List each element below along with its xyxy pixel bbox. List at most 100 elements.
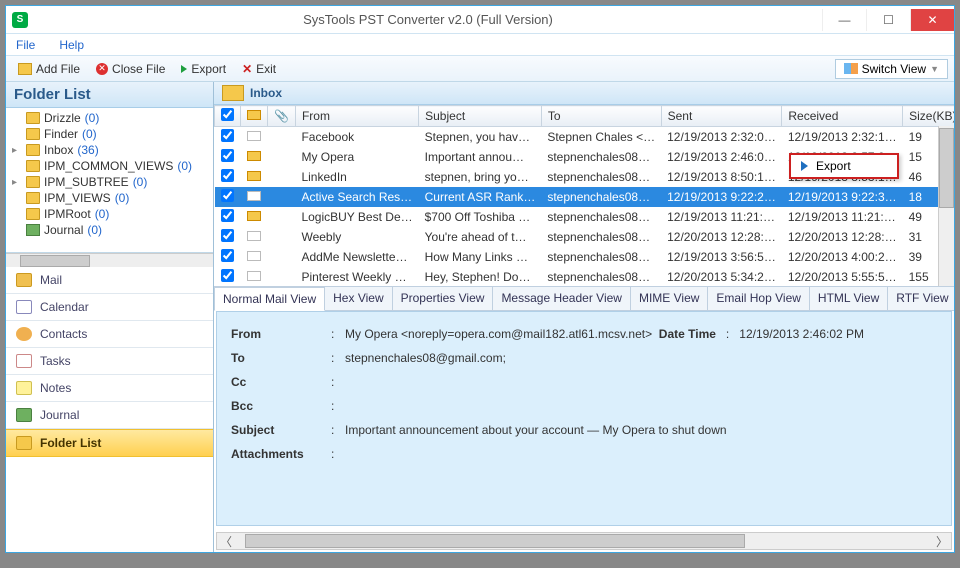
cell-subject: stepnen, bring yo… — [419, 167, 542, 187]
tab-rtf[interactable]: RTF View — [888, 287, 954, 310]
x-icon: ✕ — [96, 63, 108, 75]
folder-icon — [26, 208, 40, 220]
cell-subject: How Many Links … — [419, 247, 542, 267]
col-from[interactable]: From — [295, 106, 418, 127]
row-check[interactable] — [221, 129, 234, 142]
col-icon-hdr[interactable] — [241, 106, 268, 127]
nav-calendar[interactable]: Calendar — [6, 294, 213, 321]
col-sent[interactable]: Sent — [661, 106, 782, 127]
folder-icon — [26, 176, 40, 188]
switch-view-button[interactable]: Switch View ▼ — [835, 59, 948, 79]
table-row[interactable]: LogicBUY Best De…$700 Off Toshiba …stepn… — [215, 207, 955, 227]
tree-node[interactable]: Drizzle (0) — [10, 110, 213, 126]
tab-mime[interactable]: MIME View — [631, 287, 708, 310]
add-file-button[interactable]: Add File — [12, 60, 86, 78]
menu-file[interactable]: File — [16, 38, 35, 52]
nav-contacts[interactable]: Contacts — [6, 321, 213, 348]
row-check[interactable] — [221, 169, 234, 182]
tree-count: (0) — [82, 127, 97, 141]
row-check[interactable] — [221, 189, 234, 202]
inbox-header: Inbox — [214, 82, 954, 105]
nav-mail[interactable]: Mail — [6, 267, 213, 294]
tree-count: (0) — [177, 159, 192, 173]
row-check[interactable] — [221, 269, 234, 282]
tree-count: (0) — [115, 191, 130, 205]
close-file-button[interactable]: ✕Close File — [90, 60, 171, 78]
cell-to: stepnenchales08… — [541, 167, 661, 187]
folder-tree[interactable]: Drizzle (0)Finder (0)▸Inbox (36)IPM_COMM… — [6, 108, 213, 253]
toolbar: Add File ✕Close File Export ✕Exit Switch… — [6, 56, 954, 82]
row-check[interactable] — [221, 229, 234, 242]
tree-node[interactable]: Finder (0) — [10, 126, 213, 142]
col-subject[interactable]: Subject — [419, 106, 542, 127]
tree-node[interactable]: ▸Inbox (36) — [10, 142, 213, 158]
datetime-value: 12/19/2013 2:46:02 PM — [739, 327, 864, 341]
tree-node[interactable]: ▸IPM_SUBTREE (0) — [10, 174, 213, 190]
cell-sent: 12/19/2013 2:46:0… — [661, 147, 782, 167]
table-row[interactable]: Facebook Stepnen, you hav…Stepnen Chales… — [215, 127, 955, 148]
row-check[interactable] — [221, 149, 234, 162]
envelope-icon — [247, 151, 261, 161]
tab-normal[interactable]: Normal Mail View — [214, 287, 325, 311]
right-panel: Inbox 📎 From Subject To Sent Received Si… — [214, 82, 954, 552]
tree-node[interactable]: IPM_VIEWS (0) — [10, 190, 213, 206]
tab-hop[interactable]: Email Hop View — [708, 287, 809, 310]
cell-from: Active Search Res… — [295, 187, 418, 207]
mail-detail: From: My Opera <noreply=opera.com@mail18… — [216, 311, 952, 526]
scroll-thumb[interactable] — [20, 255, 90, 267]
cell-subject: You're ahead of t… — [419, 227, 542, 247]
scroll-left[interactable]: 〈 — [217, 533, 235, 550]
nav-notes[interactable]: Notes — [6, 375, 213, 402]
tree-node[interactable]: IPMRoot (0) — [10, 206, 213, 222]
tree-node[interactable]: IPM_COMMON_VIEWS (0) — [10, 158, 213, 174]
col-check[interactable] — [215, 106, 241, 127]
cell-from: LinkedIn — [295, 167, 418, 187]
nav-tasks[interactable]: Tasks — [6, 348, 213, 375]
cell-received: 12/19/2013 9:22:3… — [782, 187, 903, 207]
tree-count: (0) — [85, 111, 100, 125]
tree-hscroll[interactable] — [6, 253, 213, 267]
context-export[interactable]: Export — [816, 159, 851, 173]
close-button[interactable]: ✕ — [910, 9, 954, 31]
folder-icon — [16, 436, 32, 450]
tree-node[interactable]: Journal (0) — [10, 222, 213, 238]
nav-folderlist[interactable]: Folder List — [6, 429, 213, 457]
view-tabs: Normal Mail View Hex View Properties Vie… — [214, 286, 954, 311]
maximize-button[interactable]: ☐ — [866, 9, 910, 31]
table-row[interactable]: Pinterest Weekly …Hey, Stephen! Do…stepn… — [215, 267, 955, 286]
scroll-thumb[interactable] — [939, 128, 954, 208]
scroll-thumb[interactable] — [245, 534, 745, 548]
col-attach-hdr[interactable]: 📎 — [268, 106, 296, 127]
open-envelope-icon — [247, 271, 261, 281]
mail-icon — [16, 273, 32, 287]
table-row[interactable]: AddMe Newslette…How Many Links …stepnenc… — [215, 247, 955, 267]
col-received[interactable]: Received — [782, 106, 903, 127]
exit-button[interactable]: ✕Exit — [236, 60, 282, 78]
tab-html[interactable]: HTML View — [810, 287, 888, 310]
tree-count: (36) — [77, 143, 98, 157]
minimize-button[interactable]: — — [822, 9, 866, 31]
table-row[interactable]: Active Search Res…Current ASR Rank…stepn… — [215, 187, 955, 207]
cell-subject: Stepnen, you hav… — [419, 127, 542, 148]
tab-properties[interactable]: Properties View — [393, 287, 494, 310]
row-check[interactable] — [221, 249, 234, 262]
nav-journal[interactable]: Journal — [6, 402, 213, 429]
cell-to: stepnenchales08… — [541, 147, 661, 167]
tab-hex[interactable]: Hex View — [325, 287, 392, 310]
context-menu: Export — [789, 153, 899, 179]
row-check[interactable] — [221, 209, 234, 222]
col-size[interactable]: Size(KB) — [903, 106, 954, 127]
subject-label: Subject — [231, 423, 331, 437]
folder-icon — [18, 63, 32, 75]
export-button[interactable]: Export — [175, 60, 232, 78]
grid-vscroll[interactable] — [938, 126, 954, 286]
folder-icon — [26, 112, 40, 124]
menu-help[interactable]: Help — [59, 38, 84, 52]
col-to[interactable]: To — [541, 106, 661, 127]
scroll-right[interactable]: 〉 — [933, 533, 951, 550]
datetime-label: Date Time — [659, 327, 716, 341]
tree-label: IPMRoot — [44, 207, 91, 221]
detail-hscroll[interactable]: 〈 〉 — [216, 532, 952, 550]
tab-msg-header[interactable]: Message Header View — [493, 287, 631, 310]
table-row[interactable]: Weebly You're ahead of t…stepnenchales08… — [215, 227, 955, 247]
